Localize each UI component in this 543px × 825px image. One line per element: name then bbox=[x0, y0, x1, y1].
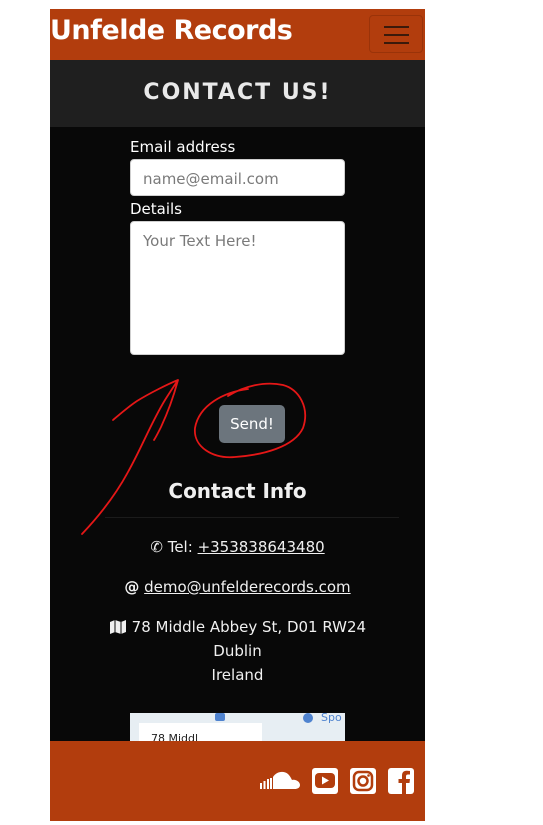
phone-icon: ✆ bbox=[150, 538, 163, 556]
address-line-3: Ireland bbox=[211, 666, 264, 684]
address-block: 78 Middle Abbey St, D01 RW24 Dublin Irel… bbox=[50, 615, 425, 687]
facebook-icon[interactable] bbox=[387, 767, 415, 799]
email-label: Email address bbox=[130, 138, 236, 156]
contact-info-title: Contact Info bbox=[168, 479, 307, 503]
phone-line: ✆ Tel: +353838643480 bbox=[50, 535, 425, 559]
at-icon: @ bbox=[124, 578, 140, 596]
hamburger-line bbox=[384, 34, 409, 36]
hamburger-line bbox=[384, 26, 409, 28]
page-title: CONTACT US! bbox=[143, 80, 332, 105]
address-line-1: 78 Middle Abbey St, D01 RW24 bbox=[131, 618, 367, 636]
email-field[interactable]: name@email.com bbox=[130, 159, 345, 196]
phone-frame: Unfelde Records CONTACT US! Email addres… bbox=[50, 9, 425, 821]
page-header: CONTACT US! bbox=[50, 60, 425, 127]
details-textarea[interactable]: Your Text Here! bbox=[130, 221, 345, 355]
email-line: @ demo@unfelderecords.com bbox=[50, 575, 425, 599]
instagram-icon[interactable] bbox=[349, 767, 377, 799]
bus-stop-icon bbox=[215, 713, 225, 721]
map-info-card: 78 Middl bbox=[139, 723, 262, 741]
map-embed[interactable]: Spo 78 Middl bbox=[130, 713, 345, 741]
brand-logo[interactable]: Unfelde Records bbox=[50, 15, 293, 46]
navbar: Unfelde Records bbox=[50, 9, 425, 60]
divider bbox=[105, 517, 399, 518]
menu-toggle-button[interactable] bbox=[369, 15, 423, 53]
send-button[interactable]: Send! bbox=[219, 405, 285, 443]
soundcloud-icon[interactable] bbox=[259, 769, 301, 795]
tel-link[interactable]: +353838643480 bbox=[198, 538, 325, 556]
youtube-icon[interactable] bbox=[311, 767, 339, 799]
map-pin-icon bbox=[303, 713, 313, 723]
map-icon bbox=[109, 618, 132, 636]
map-poi-label: Spo bbox=[321, 713, 342, 724]
address-line-2: Dublin bbox=[213, 642, 262, 660]
email-link[interactable]: demo@unfelderecords.com bbox=[144, 578, 351, 596]
footer bbox=[50, 741, 425, 821]
hamburger-line bbox=[384, 42, 409, 44]
details-label: Details bbox=[130, 200, 183, 218]
tel-label: Tel: bbox=[167, 538, 193, 556]
